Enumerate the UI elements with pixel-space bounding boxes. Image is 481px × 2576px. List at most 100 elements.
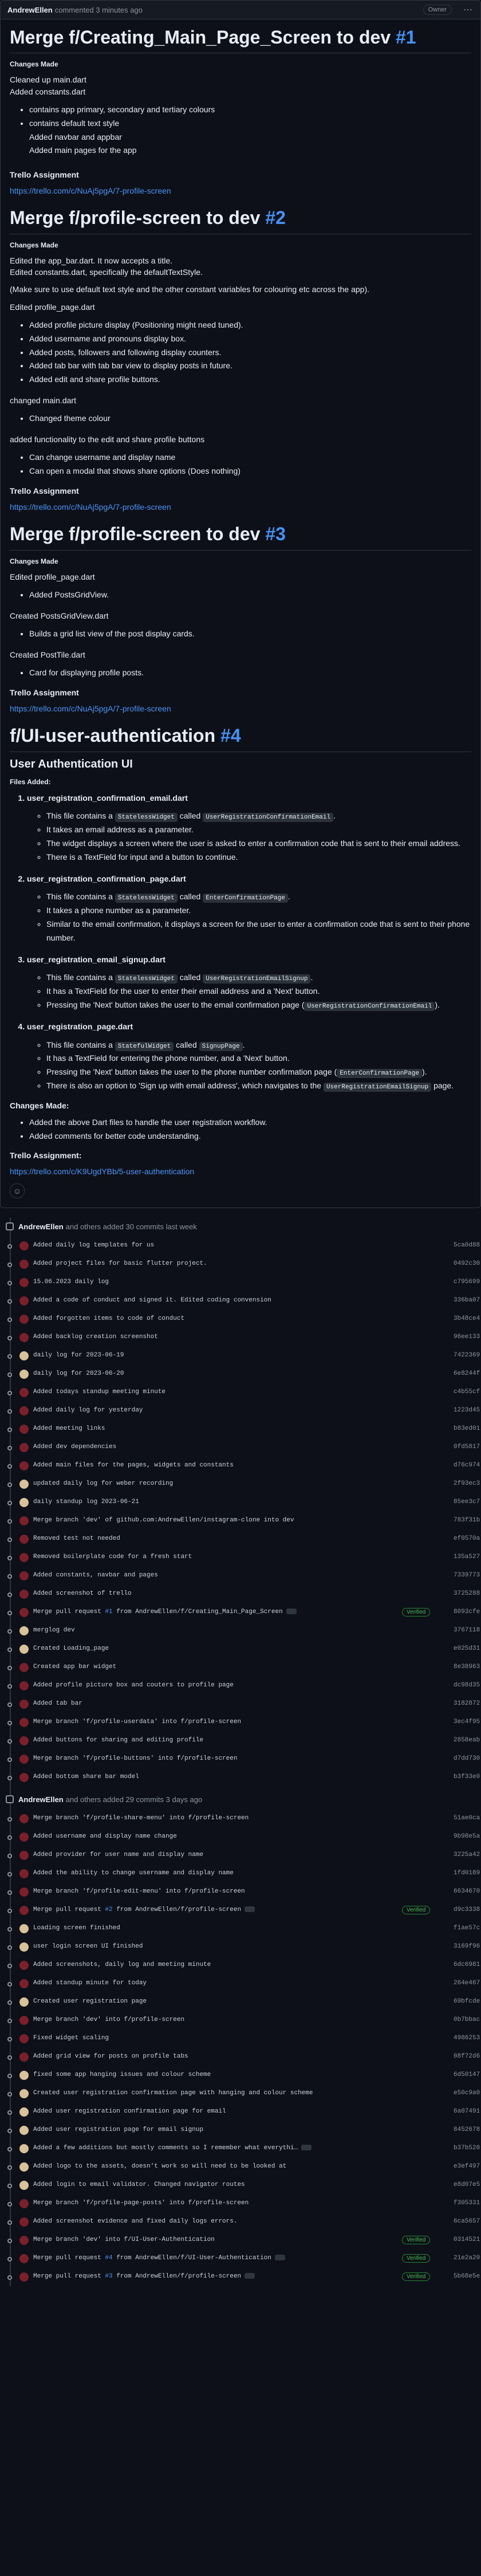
commit-message[interactable]: Fixed widget scaling xyxy=(33,2035,109,2042)
commit-message[interactable]: Added grid view for posts on profile tab… xyxy=(33,2053,188,2060)
commit-message[interactable]: 15.06.2023 daily log xyxy=(33,1279,109,1285)
add-reaction-icon[interactable]: ☺ xyxy=(10,1183,25,1198)
avatar[interactable] xyxy=(19,1736,29,1745)
commit-message[interactable]: Merge branch 'f/profile-edit-menu' into … xyxy=(33,1888,245,1895)
commit-message[interactable]: Added tab bar xyxy=(33,1700,82,1707)
commit-sha[interactable]: e025d31 xyxy=(454,1645,480,1652)
avatar[interactable] xyxy=(19,1534,29,1544)
commit-sha[interactable]: 336ba07 xyxy=(454,1297,480,1304)
commit-sha[interactable]: d9c3338 xyxy=(454,1906,480,1913)
avatar[interactable] xyxy=(19,1516,29,1525)
commit-sha[interactable]: 96ee133 xyxy=(454,1334,480,1340)
commit-sha[interactable]: 6a07491 xyxy=(454,2108,480,2115)
verified-badge[interactable]: Verified xyxy=(402,1905,431,1914)
commit-sha[interactable]: 5ca0d88 xyxy=(454,1242,480,1249)
commit-message[interactable]: Added a few additions but mostly comment… xyxy=(33,2145,312,2152)
commit-message[interactable]: Merge branch 'f/profile-share-menu' into… xyxy=(33,1815,249,1822)
avatar[interactable] xyxy=(19,1259,29,1269)
group-author[interactable]: AndrewEllen xyxy=(18,1795,64,1804)
commit-sha[interactable]: 3ec4f95 xyxy=(454,1718,480,1725)
avatar[interactable] xyxy=(19,1387,29,1397)
commit-message[interactable]: Merge branch 'dev' of github.com:AndrewE… xyxy=(33,1517,294,1524)
commit-sha[interactable]: b37b520 xyxy=(454,2145,480,2152)
commit-message[interactable]: Added login to email validator. Changed … xyxy=(33,2181,245,2188)
group-author[interactable]: AndrewEllen xyxy=(18,1222,64,1231)
avatar[interactable] xyxy=(19,1351,29,1360)
commit-sha[interactable]: 51ae0ca xyxy=(454,1815,480,1822)
commit-message[interactable]: Added username and display name change xyxy=(33,1833,177,1840)
verified-badge[interactable]: Verified xyxy=(402,2253,431,2263)
commit-sha[interactable]: 3767118 xyxy=(454,1627,480,1634)
avatar[interactable] xyxy=(19,2052,29,2062)
commit-message[interactable]: Created user registration page xyxy=(33,1998,147,2005)
commit-message[interactable]: Added todays standup meeting minute xyxy=(33,1389,165,1395)
avatar[interactable] xyxy=(19,1571,29,1580)
commit-message[interactable]: Added main files for the pages, widgets … xyxy=(33,1462,234,1469)
avatar[interactable] xyxy=(19,1924,29,1933)
commit-sha[interactable]: d76c974 xyxy=(454,1462,480,1469)
pr-link[interactable]: #1 xyxy=(105,1608,112,1615)
commit-message[interactable]: Added meeting links xyxy=(33,1425,105,1432)
commit-message[interactable]: Added dev dependencies xyxy=(33,1444,116,1450)
avatar[interactable] xyxy=(19,2034,29,2043)
trello-link[interactable]: https://trello.com/c/NuAj5pgA/7-profile-… xyxy=(10,186,171,195)
commit-message[interactable]: fixed some app hanging issues and colour… xyxy=(33,2071,211,2078)
commit-sha[interactable]: 0b7bbac xyxy=(454,2016,480,2023)
avatar[interactable] xyxy=(19,1772,29,1782)
commit-message[interactable]: Merge pull request #2 from AndrewEllen/f… xyxy=(33,1906,255,1913)
commit-message[interactable]: Added project files for basic flutter pr… xyxy=(33,1260,207,1267)
commit-sha[interactable]: c4b55cf xyxy=(454,1389,480,1395)
avatar[interactable] xyxy=(19,1717,29,1727)
commit-sha[interactable]: e3ef497 xyxy=(454,2163,480,2170)
commit-message[interactable]: Added screenshot of trello xyxy=(33,1590,132,1597)
commit-sha[interactable]: ef0570a xyxy=(454,1535,480,1542)
commit-message[interactable]: Added backlog creation screenshot xyxy=(33,1334,158,1340)
commit-message[interactable]: merglog dev xyxy=(33,1627,75,1634)
avatar[interactable] xyxy=(19,2125,29,2135)
expand-ellipsis-button[interactable] xyxy=(245,1906,255,1912)
commit-sha[interactable]: b83ed01 xyxy=(454,1425,480,1432)
avatar[interactable] xyxy=(19,2253,29,2263)
avatar[interactable] xyxy=(19,2089,29,2098)
commit-sha[interactable]: 6ca5657 xyxy=(454,2218,480,2225)
commit-sha[interactable]: 3725288 xyxy=(454,1590,480,1597)
commit-message[interactable]: Added user registration page for email s… xyxy=(33,2126,203,2133)
pr-link[interactable]: #2 xyxy=(105,1906,112,1913)
avatar[interactable] xyxy=(19,2144,29,2153)
commit-message[interactable]: Removed test not needed xyxy=(33,1535,120,1542)
commit-sha[interactable]: 6634670 xyxy=(454,1888,480,1895)
pr-link[interactable]: #4 xyxy=(105,2255,112,2262)
commit-message[interactable]: Created user registration confirmation p… xyxy=(33,2090,313,2097)
commit-message[interactable]: Added buttons for sharing and editing pr… xyxy=(33,1737,203,1744)
expand-ellipsis-button[interactable] xyxy=(274,2254,285,2260)
commit-message[interactable]: Added logo to the assets, doesn't work s… xyxy=(33,2163,286,2170)
commit-message[interactable]: Added profile picture box and couters to… xyxy=(33,1682,234,1689)
avatar[interactable] xyxy=(19,2070,29,2080)
commit-sha[interactable]: b3f33e0 xyxy=(454,1773,480,1780)
commit-message[interactable]: Merge branch 'f/profile-buttons' into f/… xyxy=(33,1755,237,1762)
avatar[interactable] xyxy=(19,1552,29,1562)
avatar[interactable] xyxy=(19,1479,29,1489)
avatar[interactable] xyxy=(19,2272,29,2282)
commit-message[interactable]: Merge branch 'f/profile-userdata' into f… xyxy=(33,1718,241,1725)
commit-message[interactable]: Added bottom share bar model xyxy=(33,1773,139,1780)
commit-sha[interactable]: 0fd5817 xyxy=(454,1444,480,1450)
avatar[interactable] xyxy=(19,1332,29,1342)
avatar[interactable] xyxy=(19,1997,29,2007)
pr-link-3[interactable]: #3 xyxy=(265,524,286,544)
commit-sha[interactable]: 3b48ce4 xyxy=(454,1315,480,1322)
commit-sha[interactable]: 08f72d6 xyxy=(454,2053,480,2060)
avatar[interactable] xyxy=(19,1662,29,1672)
avatar[interactable] xyxy=(19,1754,29,1764)
commit-sha[interactable]: 0314521 xyxy=(454,2236,480,2243)
commit-sha[interactable]: 8e38963 xyxy=(454,1663,480,1670)
avatar[interactable] xyxy=(19,1644,29,1654)
trello-link[interactable]: https://trello.com/c/NuAj5pgA/7-profile-… xyxy=(10,502,171,512)
commit-message[interactable]: user login screen UI finished xyxy=(33,1943,143,1950)
commit-message[interactable]: Merge pull request #3 from AndrewEllen/f… xyxy=(33,2273,255,2280)
commit-sha[interactable]: 8452678 xyxy=(454,2126,480,2133)
commit-sha[interactable]: 5b68e5e xyxy=(454,2273,480,2280)
avatar[interactable] xyxy=(19,1832,29,1842)
comment-author[interactable]: AndrewEllen xyxy=(7,6,53,14)
commit-sha[interactable]: 69bfcde xyxy=(454,1998,480,2005)
